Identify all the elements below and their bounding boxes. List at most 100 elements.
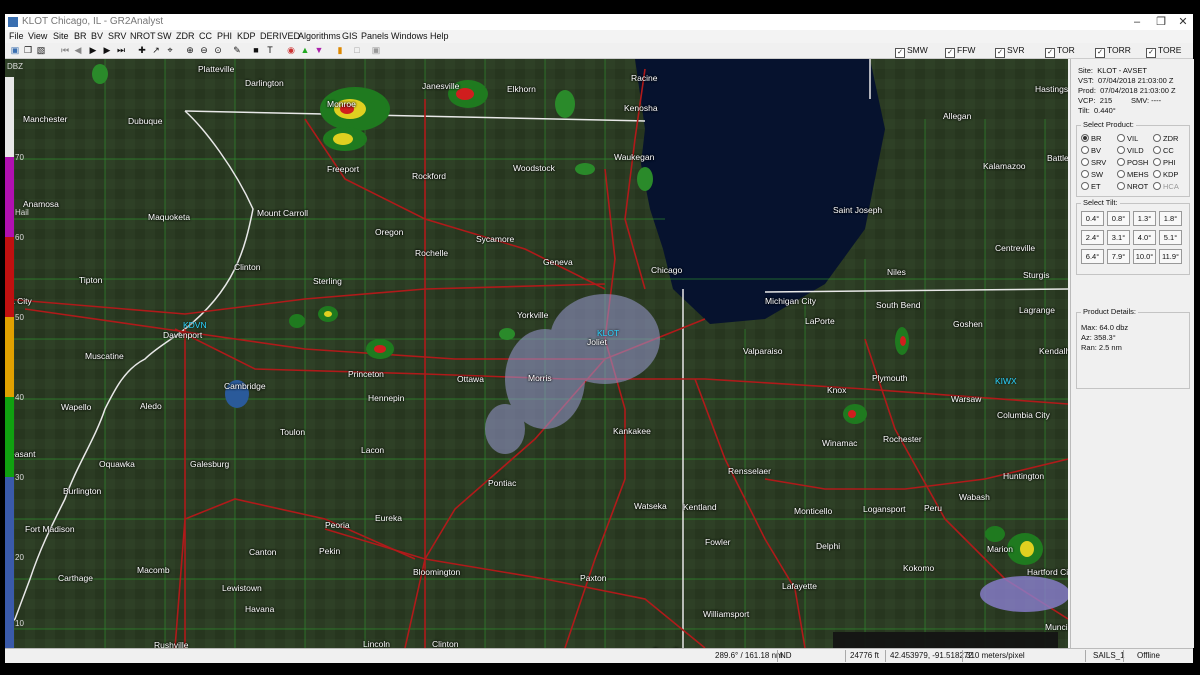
place-label: Toulon	[280, 427, 306, 437]
tilt-button-6-4[interactable]: 6.4°	[1081, 249, 1104, 264]
tilt-button-0-4[interactable]: 0.4°	[1081, 211, 1104, 226]
product-phi[interactable]: PHI	[1153, 158, 1176, 167]
warning-toggle-ffw[interactable]: ✓ FFW	[945, 45, 975, 58]
warning-toggle-torr[interactable]: ✓ TORR	[1095, 45, 1131, 58]
product-zdr[interactable]: ZDR	[1153, 134, 1178, 143]
place-label: LaPorte	[805, 316, 835, 326]
place-label: Aledo	[140, 401, 162, 411]
tilt-button-3-1[interactable]: 3.1°	[1107, 230, 1130, 245]
layer-icon[interactable]: ▮	[335, 45, 345, 55]
prev-frame-icon[interactable]: ◀	[73, 45, 83, 55]
down-triangle-icon[interactable]: ▼	[314, 45, 324, 55]
product-sw[interactable]: SW	[1081, 170, 1103, 179]
place-label: Sterling	[313, 276, 342, 286]
text-icon[interactable]: T	[265, 45, 275, 55]
pan-icon[interactable]: ✚	[137, 45, 147, 55]
menu-derived[interactable]: DERIVED	[260, 31, 300, 41]
palette-icon[interactable]: ◉	[286, 45, 296, 55]
place-label: Kalamazoo	[983, 161, 1026, 171]
info-vcp: VCP: 215	[1078, 96, 1113, 105]
product-br[interactable]: BR	[1081, 134, 1101, 143]
measure-icon[interactable]: ↗	[151, 45, 161, 55]
menu-windows[interactable]: Windows	[391, 31, 428, 41]
radar-site-label[interactable]: KIWX	[995, 376, 1017, 386]
tilt-button-0-8[interactable]: 0.8°	[1107, 211, 1130, 226]
place-label: Columbia City	[997, 410, 1050, 420]
tilt-button-1-3[interactable]: 1.3°	[1133, 211, 1156, 226]
tilt-button-7-9[interactable]: 7.9°	[1107, 249, 1130, 264]
last-frame-icon[interactable]: ⏭	[116, 45, 126, 55]
capture-icon[interactable]: ▣	[371, 45, 381, 55]
open-icon[interactable]: ▣	[10, 45, 20, 55]
zoom-reset-icon[interactable]: ⊙	[213, 45, 223, 55]
zoom-out-icon[interactable]: ⊖	[199, 45, 209, 55]
menu-panels[interactable]: Panels	[361, 31, 389, 41]
product-srv[interactable]: SRV	[1081, 158, 1106, 167]
place-label: Kokomo	[903, 563, 935, 573]
maximize-icon[interactable]: ❐	[1149, 14, 1173, 30]
place-label: Pekin	[319, 546, 341, 556]
place-label: South Bend	[876, 300, 921, 310]
product-et[interactable]: ET	[1081, 182, 1101, 191]
copy-icon[interactable]: ❐	[23, 45, 33, 55]
zoom-in-icon[interactable]: ⊕	[185, 45, 195, 55]
play-icon[interactable]: ▶	[88, 45, 98, 55]
warning-toggle-svr[interactable]: ✓ SVR	[995, 45, 1024, 58]
menu-help[interactable]: Help	[430, 31, 449, 41]
menu-srv[interactable]: SRV	[108, 31, 126, 41]
product-nrot[interactable]: NROT	[1117, 182, 1148, 191]
product-mehs[interactable]: MEHS	[1117, 170, 1149, 179]
next-frame-icon[interactable]: ▶	[102, 45, 112, 55]
menu-view[interactable]: View	[28, 31, 47, 41]
status-resolution: 310 meters/pixel	[966, 651, 1025, 660]
product-vild[interactable]: VILD	[1117, 146, 1144, 155]
place-label: Valparaiso	[743, 346, 783, 356]
close-icon[interactable]: ✕	[1171, 14, 1195, 30]
product-cc[interactable]: CC	[1153, 146, 1174, 155]
menu-gis[interactable]: GIS	[342, 31, 358, 41]
minimize-icon[interactable]: –	[1125, 14, 1149, 30]
product-vil[interactable]: VIL	[1117, 134, 1138, 143]
menu-bv[interactable]: BV	[91, 31, 103, 41]
first-frame-icon[interactable]: ⏮	[60, 45, 70, 55]
probe-icon[interactable]: ✎	[232, 45, 242, 55]
menu-kdp[interactable]: KDP	[237, 31, 256, 41]
tilt-button-10-0[interactable]: 10.0°	[1133, 249, 1156, 264]
tilt-button-11-9[interactable]: 11.9°	[1159, 249, 1182, 264]
up-triangle-icon[interactable]: ▲	[300, 45, 310, 55]
place-label: Carthage	[58, 573, 93, 583]
radar-map[interactable]: Platteville Darlington Janesville Elkhorn Ra…	[5, 59, 1068, 648]
warning-toggle-smw[interactable]: ✓ SMW	[895, 45, 928, 58]
product-hca[interactable]: HCA	[1153, 182, 1179, 191]
menu-algorithms[interactable]: Algorithms	[298, 31, 341, 41]
warning-toggle-tor[interactable]: ✓ TOR	[1045, 45, 1075, 58]
save-icon[interactable]: ▧	[36, 45, 46, 55]
menu-nrot[interactable]: NROT	[130, 31, 156, 41]
status-connection: Offline	[1137, 651, 1160, 660]
tilt-button-5-1[interactable]: 5.1°	[1159, 230, 1182, 245]
menu-sw[interactable]: SW	[157, 31, 172, 41]
place-label: Rochester	[883, 434, 922, 444]
menu-cc[interactable]: CC	[199, 31, 212, 41]
place-label: Williamsport	[703, 609, 750, 619]
place-label: Battle	[1047, 153, 1068, 163]
product-bv[interactable]: BV	[1081, 146, 1101, 155]
stop-icon[interactable]: ■	[251, 45, 261, 55]
product-kdp[interactable]: KDP	[1153, 170, 1178, 179]
warning-toggle-tore[interactable]: ✓ TORE	[1146, 45, 1181, 58]
place-label: Waukegan	[614, 152, 655, 162]
radar-site-label[interactable]: KDVN	[183, 320, 207, 330]
menu-br[interactable]: BR	[74, 31, 87, 41]
label-icon[interactable]: □	[352, 45, 362, 55]
menu-site[interactable]: Site	[53, 31, 69, 41]
place-label: Sturgis	[1023, 270, 1050, 280]
crosshair-icon[interactable]: ⌖	[165, 45, 175, 55]
menu-phi[interactable]: PHI	[217, 31, 232, 41]
menu-file[interactable]: File	[9, 31, 24, 41]
tilt-button-2-4[interactable]: 2.4°	[1081, 230, 1104, 245]
product-posh[interactable]: POSH	[1117, 158, 1148, 167]
tilt-button-1-8[interactable]: 1.8°	[1159, 211, 1182, 226]
tilt-button-4-0[interactable]: 4.0°	[1133, 230, 1156, 245]
menu-zdr[interactable]: ZDR	[176, 31, 195, 41]
radar-site-label[interactable]: KLOT	[597, 328, 619, 338]
